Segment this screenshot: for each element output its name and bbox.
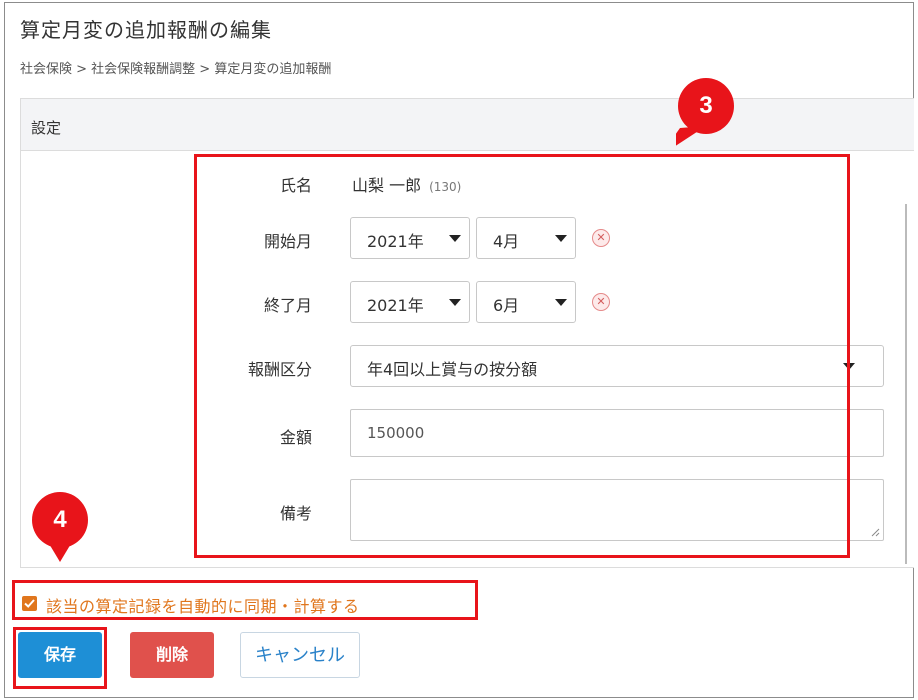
sync-checkbox-label[interactable]: 該当の算定記録を自動的に同期・計算する [46, 593, 360, 617]
checkmark-icon [24, 599, 35, 608]
delete-button[interactable]: 削除 [130, 632, 214, 678]
annotation-box-3 [194, 154, 850, 558]
cancel-button[interactable]: キャンセル [240, 632, 360, 678]
panel-header: 設定 [21, 99, 914, 151]
page-title: 算定月変の追加報酬の編集 [20, 18, 272, 42]
sync-checkbox[interactable] [22, 596, 37, 611]
badge-4-number: 4 [53, 506, 67, 533]
resize-grip-icon[interactable] [870, 527, 880, 537]
badge-3-number: 3 [699, 92, 713, 119]
annotation-badge-4: 4 [30, 490, 90, 562]
scrollbar[interactable] [905, 204, 907, 564]
breadcrumb[interactable]: 社会保険 > 社会保険報酬調整 > 算定月変の追加報酬 [20, 58, 331, 77]
annotation-badge-3: 3 [660, 76, 736, 156]
annotation-box-save [13, 627, 107, 689]
